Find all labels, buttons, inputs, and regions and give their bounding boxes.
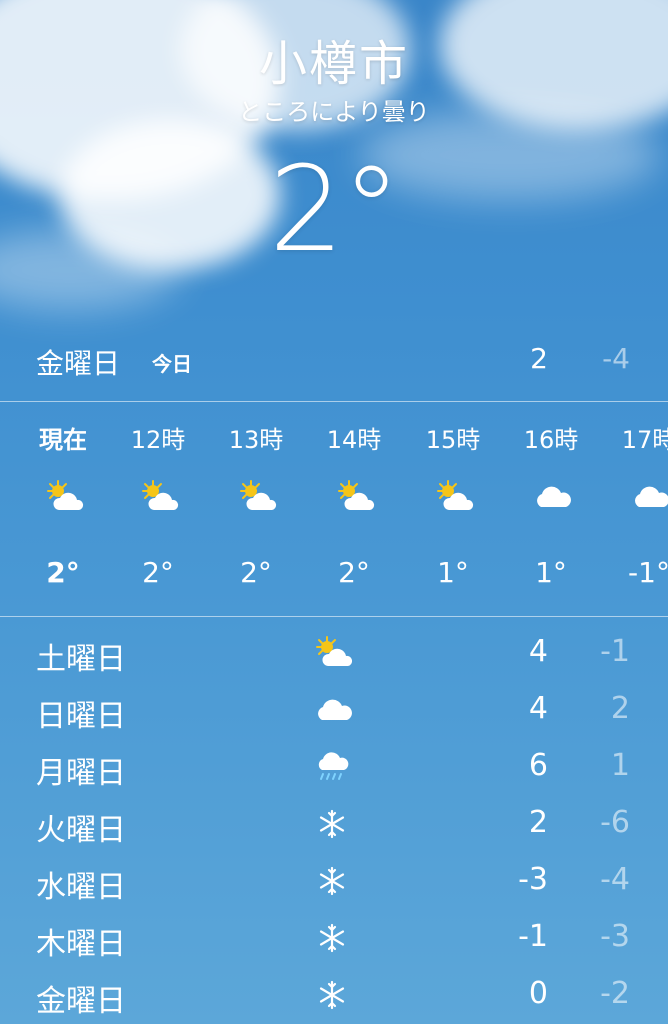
daily-row: 水曜日 -3 -4 bbox=[0, 854, 668, 910]
hour-temperature: 2° bbox=[240, 556, 272, 589]
cloud-icon bbox=[631, 480, 668, 512]
daily-row: 木曜日 -1 -3 bbox=[0, 911, 668, 967]
daily-low: -1 bbox=[600, 634, 630, 669]
daily-high: 4 bbox=[528, 634, 548, 669]
daily-low: -4 bbox=[600, 862, 630, 897]
hour-column: 15時 1° bbox=[408, 402, 498, 616]
partly-cloudy-icon bbox=[435, 480, 477, 512]
cloud-icon bbox=[314, 693, 356, 727]
current-temperature: 2° bbox=[268, 140, 401, 278]
hour-temperature: 1° bbox=[535, 556, 567, 589]
snow-icon bbox=[314, 921, 356, 955]
daily-low: -2 bbox=[600, 976, 630, 1011]
daily-day: 火曜日 bbox=[36, 813, 126, 848]
daily-day: 日曜日 bbox=[36, 699, 126, 734]
today-high: 2 bbox=[530, 342, 548, 375]
hour-column: 現在 2° bbox=[18, 402, 108, 616]
partly-cloudy-icon bbox=[314, 636, 356, 670]
daily-high: 4 bbox=[528, 691, 548, 726]
daily-row: 火曜日 2 -6 bbox=[0, 797, 668, 853]
divider-bottom bbox=[0, 616, 668, 617]
partly-cloudy-icon bbox=[238, 480, 280, 512]
hour-label: 17時 bbox=[621, 426, 668, 454]
daily-high: 6 bbox=[528, 748, 548, 783]
hour-temperature: 2° bbox=[142, 556, 174, 589]
daily-row: 日曜日 4 2 bbox=[0, 683, 668, 739]
daily-row: 月曜日 6 1 bbox=[0, 740, 668, 796]
daily-high: 2 bbox=[528, 805, 548, 840]
daily-day: 水曜日 bbox=[36, 870, 126, 905]
condition-text: ところにより曇り bbox=[238, 98, 430, 126]
hour-temperature: 2° bbox=[46, 556, 80, 589]
daily-low: -3 bbox=[600, 919, 630, 954]
daily-low: -6 bbox=[600, 805, 630, 840]
daily-low: 1 bbox=[610, 748, 630, 783]
today-tag: 今日 bbox=[152, 352, 192, 376]
hour-label: 12時 bbox=[130, 426, 186, 454]
daily-day: 土曜日 bbox=[36, 642, 126, 677]
hour-label: 現在 bbox=[39, 426, 87, 454]
today-summary: 金曜日 今日 2 -4 bbox=[0, 338, 668, 382]
partly-cloudy-icon bbox=[140, 480, 182, 512]
daily-high: 0 bbox=[528, 976, 548, 1011]
hour-column: 12時 2° bbox=[113, 402, 203, 616]
city-name: 小樽市 bbox=[258, 36, 409, 92]
hour-label: 13時 bbox=[228, 426, 284, 454]
hour-temperature: 2° bbox=[338, 556, 370, 589]
hour-label: 14時 bbox=[326, 426, 382, 454]
snow-icon bbox=[314, 807, 356, 841]
hour-label: 16時 bbox=[523, 426, 579, 454]
partly-cloudy-icon bbox=[45, 480, 87, 512]
hour-temperature: -1° bbox=[628, 556, 668, 589]
daily-row: 土曜日 4 -1 bbox=[0, 626, 668, 682]
daily-high: -1 bbox=[518, 919, 548, 954]
today-day: 金曜日 bbox=[36, 347, 121, 380]
daily-day: 金曜日 bbox=[36, 984, 126, 1019]
today-low: -4 bbox=[602, 342, 630, 375]
daily-day: 木曜日 bbox=[36, 927, 126, 962]
snow-icon bbox=[314, 864, 356, 898]
daily-low: 2 bbox=[610, 691, 630, 726]
daily-day: 月曜日 bbox=[36, 756, 126, 791]
hour-column: 14時 2° bbox=[309, 402, 399, 616]
snow-icon bbox=[314, 978, 356, 1012]
partly-cloudy-icon bbox=[336, 480, 378, 512]
hour-column: 16時 1° bbox=[506, 402, 596, 616]
daily-high: -3 bbox=[518, 862, 548, 897]
hour-column: 17時 -1° bbox=[604, 402, 668, 616]
rain-icon bbox=[314, 750, 356, 784]
hour-label: 15時 bbox=[425, 426, 481, 454]
hour-temperature: 1° bbox=[437, 556, 469, 589]
hour-column: 13時 2° bbox=[211, 402, 301, 616]
cloud-icon bbox=[533, 480, 575, 512]
hourly-forecast[interactable]: 現在 2° 12時 2° 13時 2° 14時 2° 15時 1° 16時 1° 17時 -1° bbox=[0, 402, 668, 616]
daily-row: 金曜日 0 -2 bbox=[0, 968, 668, 1024]
